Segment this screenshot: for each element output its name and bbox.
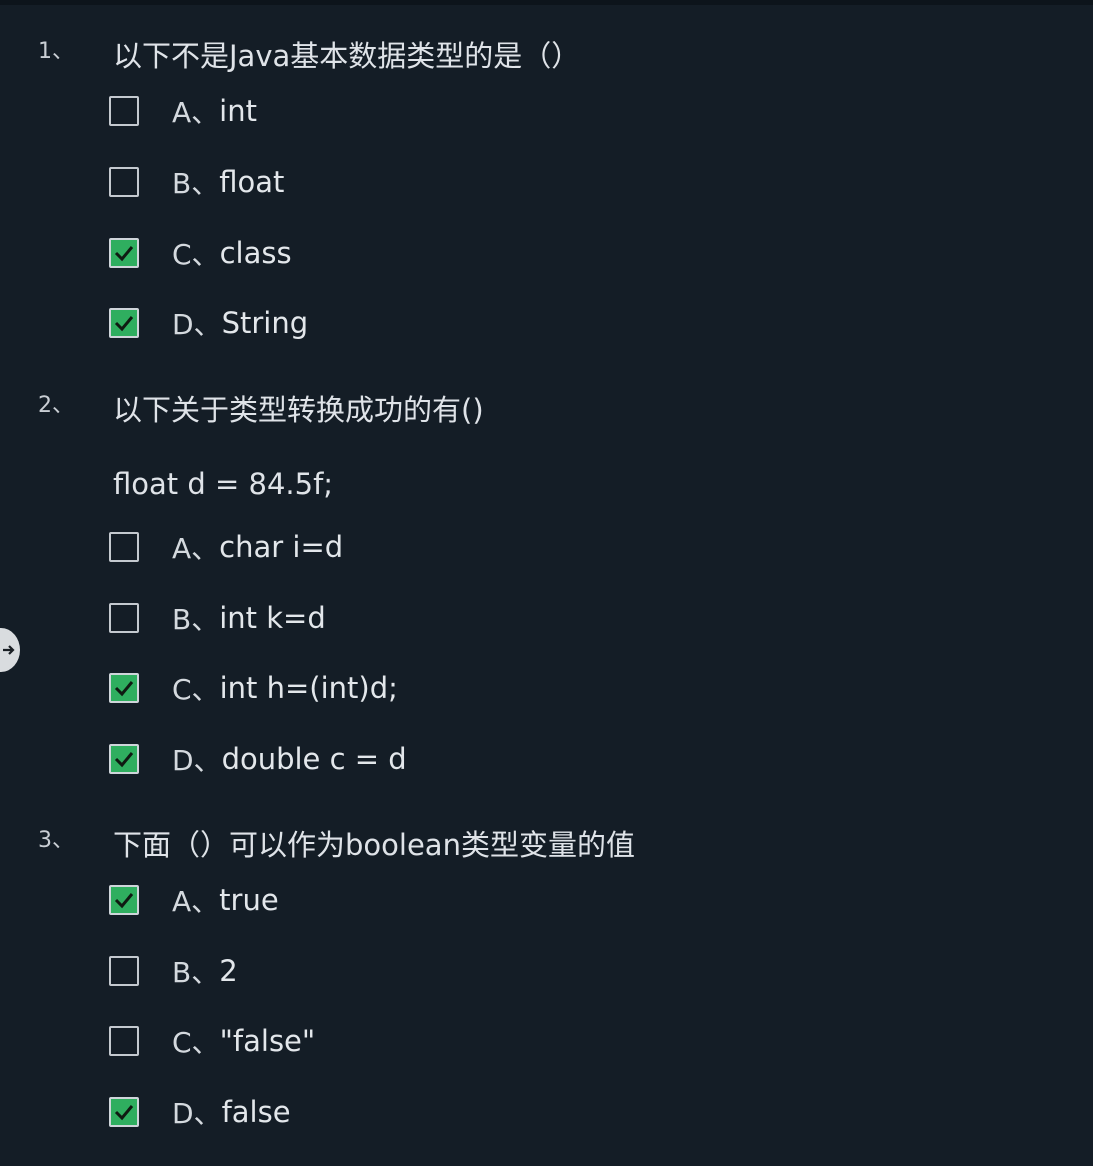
option-text: int <box>219 94 257 128</box>
checkbox[interactable] <box>109 744 139 774</box>
option-letter: D、 <box>172 1097 222 1130</box>
checkmark-icon <box>114 316 134 332</box>
checkbox[interactable] <box>109 603 139 633</box>
arrow-right-icon <box>3 645 15 655</box>
checkbox[interactable] <box>109 96 139 126</box>
option-text: double c = d <box>221 742 407 776</box>
question-3-option-b[interactable]: B、 2 <box>109 953 709 989</box>
option-text: char i=d <box>219 530 344 564</box>
question-3-option-d[interactable]: D、 false <box>109 1094 709 1130</box>
question-3-option-a[interactable]: A、 true <box>109 882 709 918</box>
question-1-option-d[interactable]: D、 String <box>109 305 709 341</box>
question-3-option-c[interactable]: C、 "false" <box>109 1023 709 1059</box>
question-2-option-c[interactable]: C、 int h=(int)d; <box>109 670 709 706</box>
checkbox[interactable] <box>109 956 139 986</box>
option-letter: B、 <box>172 956 220 989</box>
checkmark-icon <box>114 752 134 768</box>
checkbox[interactable] <box>109 238 139 268</box>
question-2-option-a[interactable]: A、 char i=d <box>109 529 709 565</box>
question-1-text: 以下不是Java基本数据类型的是（） <box>113 39 581 73</box>
option-text: int h=(int)d; <box>219 671 398 705</box>
checkmark-icon <box>114 893 134 909</box>
question-2-text: 以下关于类型转换成功的有() <box>113 393 484 427</box>
option-text: int k=d <box>219 601 326 635</box>
checkbox[interactable] <box>109 1097 139 1127</box>
option-letter: A、 <box>172 885 220 918</box>
checkbox[interactable] <box>109 167 139 197</box>
question-1-option-c[interactable]: C、 class <box>109 235 709 271</box>
checkbox[interactable] <box>109 308 139 338</box>
option-letter: D、 <box>172 308 222 341</box>
checkmark-icon <box>114 1105 134 1121</box>
option-letter: A、 <box>172 96 220 129</box>
option-letter: C、 <box>172 673 220 706</box>
option-text: float <box>219 165 285 199</box>
checkbox[interactable] <box>109 885 139 915</box>
question-2-code: float d = 84.5f; <box>113 467 334 501</box>
checkbox[interactable] <box>109 673 139 703</box>
checkbox[interactable] <box>109 532 139 562</box>
checkmark-icon <box>114 246 134 262</box>
question-3-text: 下面（）可以作为boolean类型变量的值 <box>113 828 635 862</box>
checkmark-icon <box>114 681 134 697</box>
question-3-number: 3、 <box>38 828 74 853</box>
option-letter: A、 <box>172 532 220 565</box>
question-1-option-a[interactable]: A、 int <box>109 93 709 129</box>
checkbox[interactable] <box>109 1026 139 1056</box>
question-2-number: 2、 <box>38 393 74 418</box>
option-letter: C、 <box>172 1026 220 1059</box>
option-text: "false" <box>219 1024 316 1058</box>
option-text: false <box>221 1095 291 1129</box>
option-text: String <box>221 306 309 340</box>
option-text: true <box>219 883 279 917</box>
option-letter: D、 <box>172 744 222 777</box>
question-1-option-b[interactable]: B、 float <box>109 164 709 200</box>
option-text: 2 <box>219 954 238 988</box>
option-letter: B、 <box>172 167 220 200</box>
quiz-panel: 1、 以下不是Java基本数据类型的是（） A、 int B、 float C、 cl… <box>0 0 1093 1166</box>
option-text: class <box>219 236 292 270</box>
question-2-option-b[interactable]: B、 int k=d <box>109 600 709 636</box>
question-2-option-d[interactable]: D、 double c = d <box>109 741 709 777</box>
option-letter: B、 <box>172 603 220 636</box>
option-letter: C、 <box>172 238 220 271</box>
question-1-number: 1、 <box>38 39 74 64</box>
